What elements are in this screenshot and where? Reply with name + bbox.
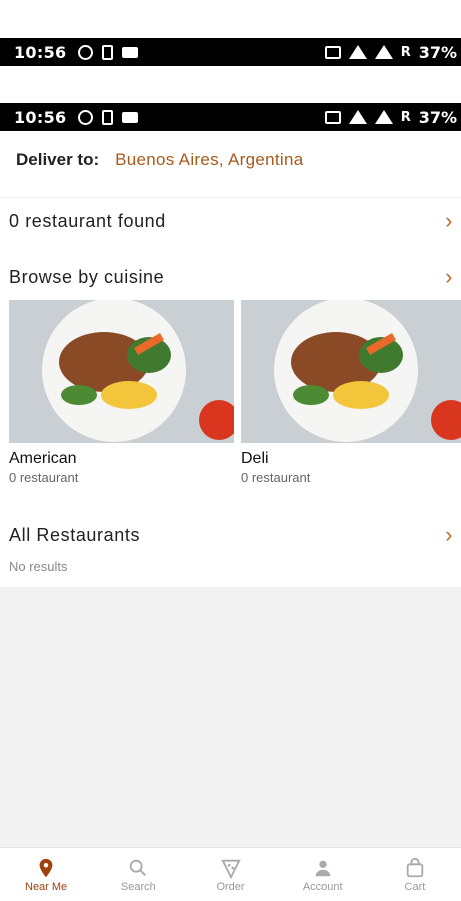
phone-icon [102, 109, 114, 125]
wifi-icon [348, 110, 367, 124]
status-time: 10:56 [14, 107, 67, 127]
phone-icon [102, 44, 114, 60]
carrier-label: R [400, 44, 411, 60]
search-icon [130, 859, 147, 876]
food-image [241, 300, 461, 443]
facebook-icon [78, 44, 94, 60]
cuisine-count: 0 restaurant [241, 470, 311, 485]
carrier-label: R [400, 109, 411, 125]
cuisine-name: American [9, 450, 77, 467]
no-results-text: No results [9, 559, 68, 574]
tab-near-me[interactable]: Near Me [0, 848, 92, 901]
video-icon [122, 46, 139, 58]
divider [0, 197, 461, 198]
tab-label: Account [302, 880, 343, 893]
signal-icon [374, 45, 393, 59]
deliver-label: Deliver to: [16, 150, 100, 169]
deliver-to[interactable]: Deliver to: Buenos Aires, Argentina [16, 150, 304, 170]
pizza-icon [220, 859, 241, 879]
bottom-tab-bar: Near Me Search Order Account Cart [0, 847, 461, 901]
wifi-icon [348, 45, 367, 59]
deliver-location[interactable]: Buenos Aires, Argentina [115, 150, 303, 170]
cuisine-card-deli[interactable]: Deli 0 restaurant [241, 300, 461, 485]
cast-icon [324, 45, 341, 59]
browse-cuisine-label: Browse by cuisine [9, 266, 165, 287]
facebook-icon [78, 109, 94, 125]
battery-percent: 37% [418, 42, 457, 62]
tab-search[interactable]: Search [92, 848, 184, 901]
status-bar: 10:56 R 37% [0, 38, 461, 66]
restaurants-found-row[interactable]: 0 restaurant found › [9, 206, 461, 236]
all-restaurants-label: All Restaurants [9, 524, 141, 545]
battery-percent: 37% [418, 107, 457, 127]
cast-icon [324, 110, 341, 124]
tab-account[interactable]: Account [277, 848, 369, 901]
browse-cuisine-row[interactable]: Browse by cuisine › [9, 262, 461, 292]
tab-order[interactable]: Order [184, 848, 276, 901]
tab-label: Search [120, 880, 156, 893]
tab-cart[interactable]: Cart [369, 848, 461, 901]
empty-area [0, 587, 461, 847]
signal-icon [374, 110, 393, 124]
tab-label: Order [216, 880, 245, 893]
tab-label: Near Me [25, 880, 68, 893]
cuisine-name: Deli [241, 450, 269, 467]
video-icon [122, 111, 139, 123]
all-restaurants-row[interactable]: All Restaurants › [9, 520, 461, 550]
chevron-right-icon: › [445, 208, 453, 233]
tab-label: Cart [404, 880, 426, 893]
chevron-right-icon: › [445, 264, 453, 289]
cuisine-card-american[interactable]: American 0 restaurant [9, 300, 234, 485]
cuisine-count: 0 restaurant [9, 470, 79, 485]
chevron-right-icon: › [445, 522, 453, 547]
user-icon [315, 860, 331, 876]
location-pin-icon [39, 858, 53, 877]
status-time: 10:56 [14, 42, 67, 62]
food-image [9, 300, 234, 443]
shopping-bag-icon [406, 857, 424, 877]
restaurants-found-label: 0 restaurant found [9, 210, 166, 231]
status-bar: 10:56 R 37% [0, 103, 461, 131]
